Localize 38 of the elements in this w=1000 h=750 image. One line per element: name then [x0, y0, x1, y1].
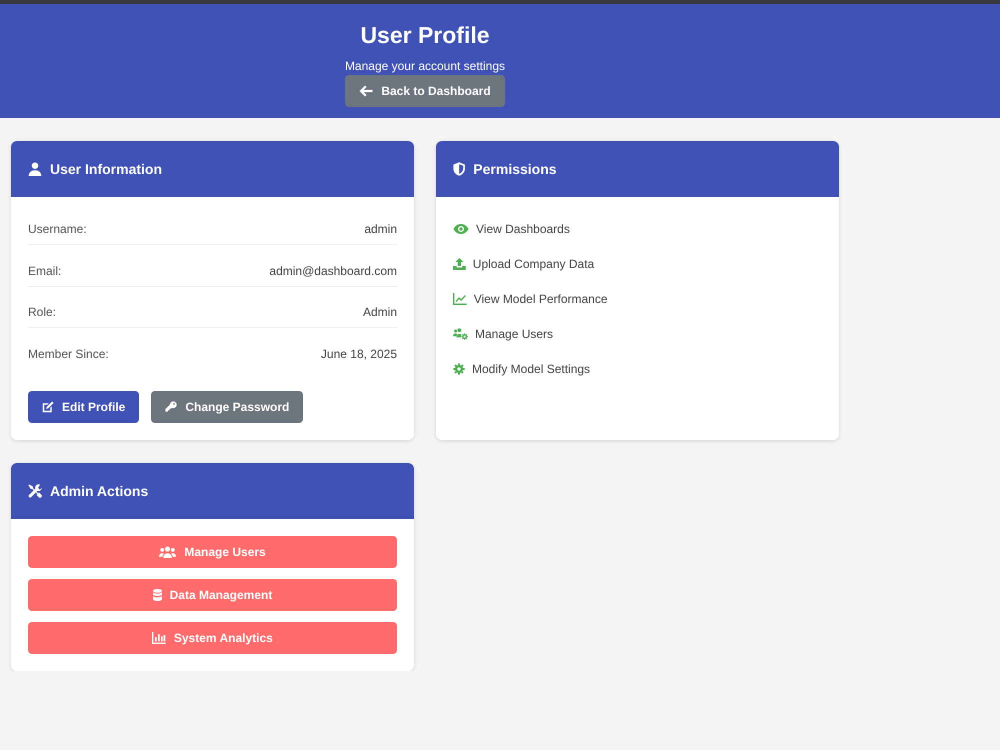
- eye-icon: [453, 223, 469, 235]
- change-password-button[interactable]: Change Password: [151, 390, 304, 422]
- edit-profile-button[interactable]: Edit Profile: [28, 390, 140, 422]
- permission-label: Modify Model Settings: [472, 362, 590, 376]
- gear-icon: [453, 363, 465, 375]
- page-title: User Profile: [360, 22, 490, 48]
- wrench-screwdriver-icon: [28, 484, 42, 498]
- permission-label: Upload Company Data: [472, 257, 594, 271]
- shield-icon: [453, 162, 466, 176]
- field-label: Username:: [28, 222, 87, 236]
- key-icon: [165, 400, 178, 412]
- permission-label: View Dashboards: [476, 222, 570, 236]
- field-value: June 18, 2025: [320, 346, 397, 360]
- data-management-button[interactable]: Data Management: [28, 578, 397, 610]
- upload-icon: [453, 258, 466, 270]
- database-icon: [152, 588, 162, 600]
- users-icon: [159, 546, 176, 558]
- user-icon: [28, 162, 42, 176]
- permission-label: View Model Performance: [474, 292, 608, 306]
- card-title: Permissions: [473, 161, 557, 177]
- back-button[interactable]: Back to Dashboard: [345, 75, 505, 107]
- users-gear-icon: [453, 328, 468, 340]
- system-analytics-button[interactable]: System Analytics: [28, 622, 397, 654]
- bar-chart-icon: [152, 632, 166, 644]
- field-value: admin: [364, 222, 397, 236]
- arrow-left-icon: [359, 85, 374, 97]
- field-label: Member Since:: [28, 346, 109, 360]
- field-value: Admin: [362, 305, 397, 319]
- field-value: admin@dashboard.com: [269, 264, 397, 278]
- page-subtitle: Manage your account settings: [344, 59, 506, 73]
- line-chart-icon: [453, 293, 467, 305]
- manage-users-button[interactable]: Manage Users: [28, 536, 397, 568]
- permission-label: Manage Users: [475, 327, 554, 341]
- card-title: User Information: [50, 161, 162, 177]
- card-title: Admin Actions: [50, 482, 148, 498]
- edit-icon: [42, 400, 54, 412]
- field-label: Role:: [28, 305, 56, 319]
- field-label: Email:: [28, 264, 62, 278]
